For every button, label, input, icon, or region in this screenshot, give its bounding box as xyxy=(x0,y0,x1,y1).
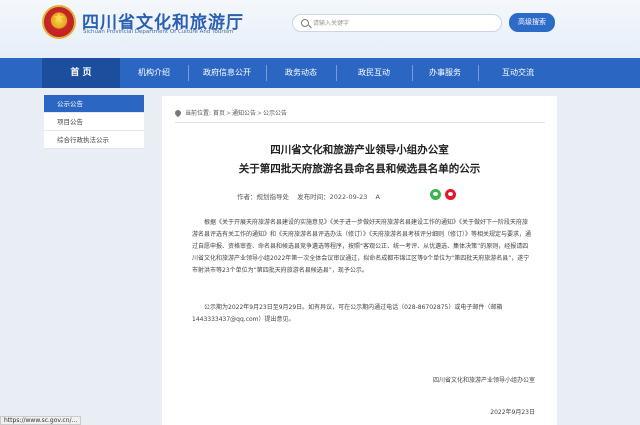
sidebar-item-announcements[interactable]: 公示公告 xyxy=(44,95,144,113)
breadcrumb-notices[interactable]: 通知公告 xyxy=(232,110,256,117)
breadcrumb-separator: > xyxy=(225,110,231,117)
article-paragraph: 根据《关于开展天府旅游名县建设的实施意见》《关于进一步做好天府旅游名县建设工作的… xyxy=(192,219,532,274)
article-date: 发布时间：2022-09-23 xyxy=(297,193,368,201)
search-box[interactable] xyxy=(292,14,502,32)
nav-item-exchange[interactable]: 互动交流 xyxy=(478,58,558,88)
article-footer-date: 2022年9月23日 xyxy=(490,409,535,416)
article-source: 作者：规划指导处 xyxy=(237,193,289,201)
nav-item-interaction[interactable]: 政民互动 xyxy=(336,58,412,88)
sidebar: 公示公告 项目公告 综合行政执法公示 xyxy=(44,95,144,149)
search-input[interactable] xyxy=(313,17,493,29)
nav-item-services[interactable]: 办事服务 xyxy=(412,58,478,88)
nav-item-about[interactable]: 机构介绍 xyxy=(120,58,188,88)
sidebar-item-project-notices[interactable]: 项目公告 xyxy=(44,113,144,131)
weibo-share-icon[interactable] xyxy=(445,189,456,200)
breadcrumb-prefix: 当前位置: xyxy=(185,110,212,117)
nav-item-home[interactable]: 首 页 xyxy=(42,58,120,88)
site-subtitle: Sichuan Provincial Department Of Culture… xyxy=(83,29,234,35)
breadcrumb-announcements[interactable]: 公示公告 xyxy=(263,110,287,117)
site-header: 四川省文化和旅游厅 Sichuan Provincial Department … xyxy=(0,0,640,58)
national-emblem-icon[interactable] xyxy=(42,5,76,39)
sidebar-item-enforcement[interactable]: 综合行政执法公示 xyxy=(44,131,144,149)
font-size-toggle[interactable]: A xyxy=(375,193,379,201)
location-pin-icon xyxy=(173,108,183,118)
nav-item-news[interactable]: 政务动态 xyxy=(266,58,336,88)
article-title-line1: 四川省文化和旅游产业领导小组办公室 xyxy=(270,144,449,156)
nav-item-gov-info[interactable]: 政府信息公开 xyxy=(188,58,266,88)
search-icon[interactable] xyxy=(301,19,309,27)
article-title-line2: 关于第四批天府旅游名县命名县和候选县名单的公示 xyxy=(238,163,481,175)
divider xyxy=(175,122,545,123)
breadcrumb-separator: > xyxy=(257,110,263,117)
article-meta: 作者：规划指导处 发布时间：2022-09-23 A xyxy=(237,191,386,201)
breadcrumb-home[interactable]: 首页 xyxy=(213,110,225,117)
breadcrumb: 当前位置: 首页>通知公告>公示公告 xyxy=(173,108,287,118)
article-paragraph: 公示期为2022年9月23日至9月29日。如有异议，可在公示期内通过电话（028… xyxy=(192,304,503,323)
status-bar-url: https://www.sc.gov.cn/... xyxy=(0,416,82,425)
main-nav: 首 页 机构介绍 政府信息公开 政务动态 政民互动 办事服务 互动交流 xyxy=(0,58,640,88)
advanced-search-button[interactable]: 高级搜索 xyxy=(509,13,555,32)
wechat-share-icon[interactable] xyxy=(430,189,441,200)
content-panel: 当前位置: 首页>通知公告>公示公告 四川省文化和旅游产业领导小组办公室 关于第… xyxy=(162,96,557,425)
article-signature: 四川省文化和旅游产业领导小组办公室 xyxy=(432,377,535,384)
